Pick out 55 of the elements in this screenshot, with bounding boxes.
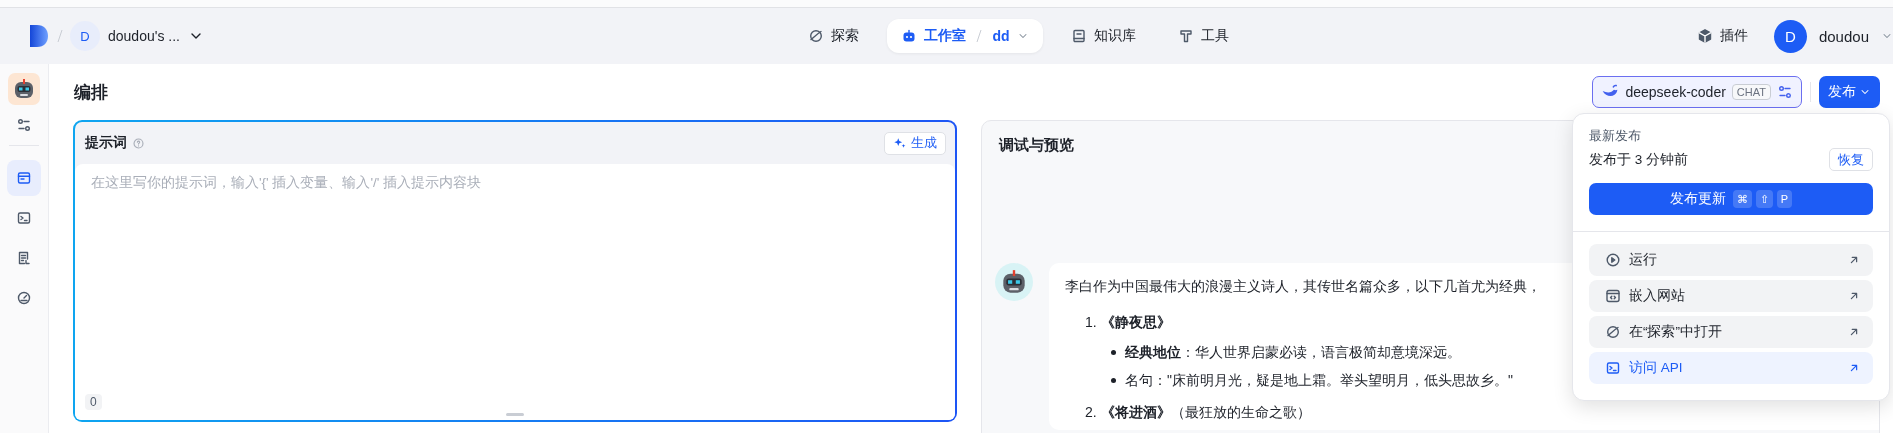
- nav-tab[interactable]: 工作室 dd: [887, 19, 1043, 53]
- book-icon: [1070, 28, 1087, 44]
- shortcut-key: ⇧: [1755, 190, 1773, 208]
- terminal-icon: [16, 210, 32, 226]
- robot-avatar: [995, 263, 1033, 301]
- user-avatar[interactable]: D: [1773, 19, 1807, 53]
- panel-title: 调试与预览: [999, 135, 1074, 155]
- menu-item[interactable]: 访问 API: [1589, 352, 1873, 384]
- publish-button[interactable]: 发布: [1819, 76, 1880, 108]
- user-name[interactable]: doudou: [1818, 27, 1869, 45]
- workspace-name[interactable]: doudou's ...: [108, 28, 180, 44]
- plugins-button[interactable]: 插件: [1682, 19, 1762, 53]
- character-count: 0: [85, 394, 102, 410]
- publish-update-button[interactable]: 发布更新 ⌘ ⇧ P: [1589, 183, 1873, 215]
- hammer-icon: [1177, 28, 1194, 44]
- terminal-icon: [1605, 360, 1621, 376]
- sliders-icon[interactable]: [16, 117, 32, 133]
- section-title: 编排: [73, 81, 109, 104]
- list-heading: 2. 《将进酒》（最狂放的生命之歌）: [1085, 403, 1311, 422]
- window-icon: [16, 170, 32, 186]
- menu-item[interactable]: 在“探索”中打开: [1589, 316, 1873, 348]
- message-text: 李白作为中国最伟大的浪漫主义诗人，其传世名篇众多，以下几首尤为经典，: [1065, 277, 1541, 296]
- publish-time: 发布于 3 分钟前: [1589, 150, 1688, 169]
- shortcut-key: ⌘: [1732, 190, 1752, 208]
- robot-avatar: [8, 73, 40, 105]
- resize-handle[interactable]: [506, 413, 524, 416]
- logo[interactable]: [28, 24, 50, 48]
- bullet-text: 名句："床前明月光，疑是地上霜。举头望明月，低头思故乡。": [1111, 368, 1513, 392]
- document-icon: [16, 250, 32, 266]
- code-window-icon: [1605, 288, 1621, 304]
- generate-button[interactable]: 生成: [884, 131, 946, 155]
- robot-icon: [901, 28, 918, 44]
- play-icon: [1605, 252, 1621, 268]
- cube-icon: [1696, 28, 1713, 44]
- gauge-icon: [16, 290, 32, 306]
- workspace-avatar: D: [70, 21, 100, 51]
- planet-icon: [808, 28, 825, 44]
- list-heading: 1. 《静夜思》: [1085, 313, 1171, 332]
- shortcut-key: P: [1776, 190, 1793, 208]
- field-label: 提示词: [85, 134, 127, 152]
- bullet-text: 经典地位：华人世界启蒙必读，语言极简却意境深远。: [1111, 340, 1461, 364]
- planet-icon: [1605, 324, 1621, 340]
- project-name[interactable]: dd: [992, 28, 1010, 44]
- nav-tab[interactable]: 工具: [1163, 19, 1243, 53]
- sidebar-button[interactable]: [7, 160, 41, 196]
- restore-button[interactable]: 恢复: [1829, 148, 1873, 171]
- model-selector[interactable]: deepseek-coder CHAT: [1592, 76, 1802, 108]
- nav-tab[interactable]: 探索: [794, 19, 874, 53]
- section-label: 最新发布: [1589, 128, 1642, 145]
- model-tag: CHAT: [1731, 84, 1771, 100]
- menu-item[interactable]: 运行: [1589, 244, 1873, 276]
- nav-tab[interactable]: 知识库: [1056, 19, 1150, 53]
- menu-item[interactable]: 嵌入网站: [1589, 280, 1873, 312]
- sliders-icon[interactable]: [1777, 84, 1793, 100]
- sparkle-icon: [893, 136, 907, 150]
